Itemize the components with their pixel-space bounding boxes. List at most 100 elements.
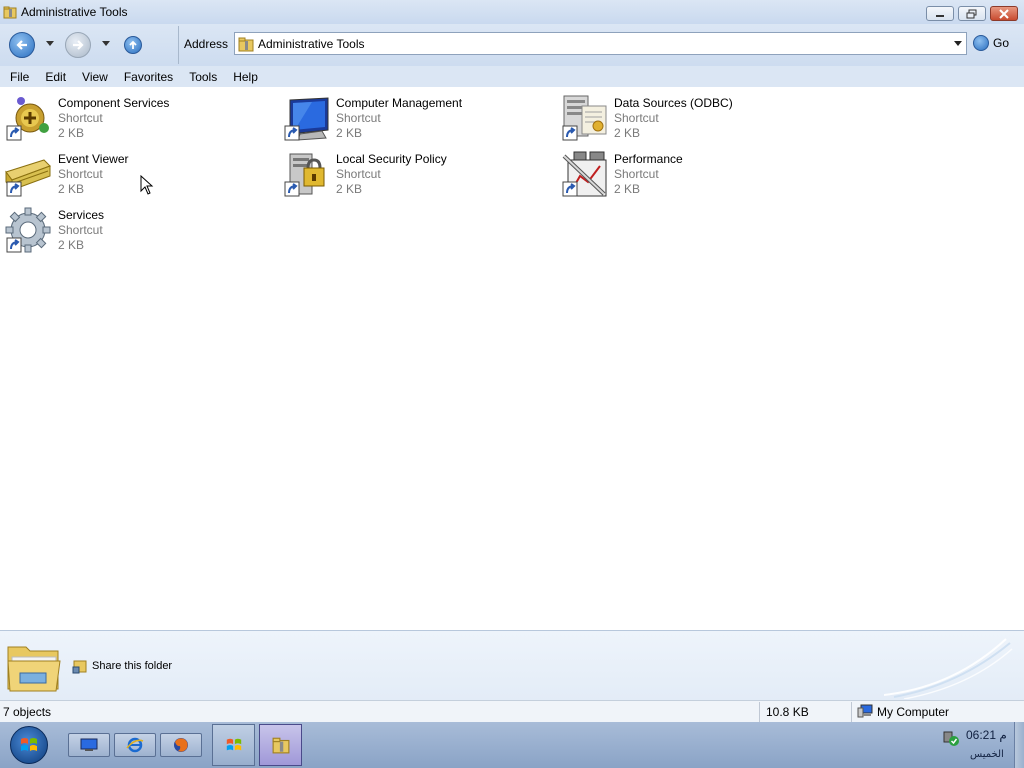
file-info: Component Services Shortcut 2 KB <box>58 96 169 141</box>
up-folder-button[interactable] <box>124 36 142 54</box>
file-info: Event Viewer Shortcut 2 KB <box>58 152 128 197</box>
minimize-icon <box>936 14 944 17</box>
file-type: Shortcut <box>336 167 381 181</box>
share-folder-label: Share this folder <box>92 660 173 672</box>
folder-icon <box>7 646 61 692</box>
address-input[interactable] <box>258 36 938 51</box>
go-label: Go <box>993 36 1010 50</box>
file-size: 2 KB <box>58 182 85 196</box>
component-services-icon <box>6 97 49 141</box>
performance-icon <box>562 151 607 197</box>
file-type: Shortcut <box>58 167 103 181</box>
forward-button[interactable] <box>65 32 91 58</box>
file-item-performance[interactable]: Performance Shortcut 2 KB <box>556 145 826 199</box>
minimize-button[interactable] <box>926 6 954 21</box>
restore-icon <box>966 9 977 18</box>
go-arrow-icon <box>973 35 989 51</box>
windows-logo-icon <box>21 738 37 751</box>
taskbar: 06:21 م الخميس <box>0 722 1024 768</box>
file-item-local-security-policy[interactable]: Local Security Policy Shortcut 2 KB <box>278 145 548 199</box>
total-size: 10.8 KB <box>766 705 809 719</box>
menu-view[interactable]: View <box>76 70 114 84</box>
file-info: Performance Shortcut 2 KB <box>614 152 683 197</box>
file-item-component-services[interactable]: Component Services Shortcut 2 KB <box>0 89 270 143</box>
back-arrow-icon <box>16 40 27 50</box>
file-name: Local Security Policy <box>336 152 447 166</box>
forward-arrow-icon <box>73 40 84 50</box>
security-shield-icon[interactable] <box>942 729 960 747</box>
status-divider <box>759 702 760 722</box>
internet-explorer-icon <box>126 737 144 753</box>
show-desktop-button[interactable] <box>1014 722 1024 768</box>
file-type: Shortcut <box>336 111 381 125</box>
firefox-icon <box>174 738 188 752</box>
folder-tools-icon <box>272 737 289 754</box>
status-divider <box>851 702 852 722</box>
address-dropdown-button[interactable] <box>954 41 962 46</box>
file-size: 2 KB <box>336 126 363 140</box>
forward-history-dropdown[interactable] <box>102 41 110 46</box>
event-viewer-icon <box>5 159 51 197</box>
taskbar-administrative-tools-button[interactable] <box>259 724 302 766</box>
clock-time[interactable]: 06:21 م <box>966 728 1007 742</box>
window-title: Administrative Tools <box>21 5 128 19</box>
file-type: Shortcut <box>58 223 103 237</box>
file-name: Performance <box>614 152 683 166</box>
menu-file[interactable]: File <box>4 70 35 84</box>
file-info: Local Security Policy Shortcut 2 KB <box>336 152 447 197</box>
details-pane: Share this folder <box>0 630 1024 700</box>
desktop-icon <box>80 738 98 751</box>
file-name: Computer Management <box>336 96 463 110</box>
file-item-data-sources[interactable]: Data Sources (ODBC) Shortcut 2 KB <box>556 89 826 143</box>
location-label: My Computer <box>877 705 950 719</box>
address-bar[interactable] <box>234 32 967 55</box>
menu-favorites[interactable]: Favorites <box>118 70 179 84</box>
file-size: 2 KB <box>58 238 85 252</box>
share-folder-task[interactable]: Share this folder <box>72 658 172 674</box>
file-item-event-viewer[interactable]: Event Viewer Shortcut 2 KB <box>0 145 270 199</box>
services-icon <box>5 207 51 253</box>
file-name: Component Services <box>58 96 170 110</box>
firefox-quicklaunch[interactable] <box>160 733 202 757</box>
menu-edit[interactable]: Edit <box>39 70 72 84</box>
file-info: Services Shortcut 2 KB <box>58 208 104 253</box>
file-type: Shortcut <box>58 111 103 125</box>
my-computer-icon <box>857 704 873 718</box>
file-item-computer-management[interactable]: Computer Management Shortcut 2 KB <box>278 89 548 143</box>
local-security-policy-icon <box>284 153 325 197</box>
internet-explorer-quicklaunch[interactable] <box>114 733 156 757</box>
address-label: Address <box>184 37 229 51</box>
data-sources-icon <box>562 95 607 141</box>
navigation-bar: Address Go <box>0 24 1024 66</box>
computer-management-icon <box>284 97 329 141</box>
close-button[interactable] <box>990 6 1018 21</box>
file-type: Shortcut <box>614 167 659 181</box>
go-button[interactable]: Go <box>973 35 1009 51</box>
file-name: Data Sources (ODBC) <box>614 96 733 110</box>
folder-tools-icon <box>238 37 254 51</box>
back-history-dropdown[interactable] <box>46 41 54 46</box>
window-controls <box>926 6 1018 21</box>
file-size: 2 KB <box>614 126 641 140</box>
up-arrow-icon <box>129 40 137 49</box>
file-name: Services <box>58 208 105 222</box>
menu-tools[interactable]: Tools <box>183 70 223 84</box>
menu-help[interactable]: Help <box>227 70 264 84</box>
folder-tools-icon <box>3 6 17 19</box>
file-item-services[interactable]: Services Shortcut 2 KB <box>0 201 270 255</box>
taskbar-window-button[interactable] <box>212 724 255 766</box>
clock-day: الخميس <box>970 749 1004 760</box>
back-button[interactable] <box>9 32 35 58</box>
object-count: 7 objects <box>3 705 52 719</box>
start-button[interactable] <box>10 726 48 764</box>
file-list: Component Services Shortcut 2 KB Compute… <box>0 87 1024 630</box>
toolbar-separator <box>178 26 179 64</box>
status-bar: 7 objects 10.8 KB My Computer <box>0 700 1024 722</box>
share-icon <box>72 660 87 674</box>
file-size: 2 KB <box>336 182 363 196</box>
file-name: Event Viewer <box>58 152 129 166</box>
file-type: Shortcut <box>614 111 659 125</box>
show-desktop-quicklaunch[interactable] <box>68 733 110 757</box>
restore-button[interactable] <box>958 6 986 21</box>
title-bar: Administrative Tools <box>0 0 1024 24</box>
